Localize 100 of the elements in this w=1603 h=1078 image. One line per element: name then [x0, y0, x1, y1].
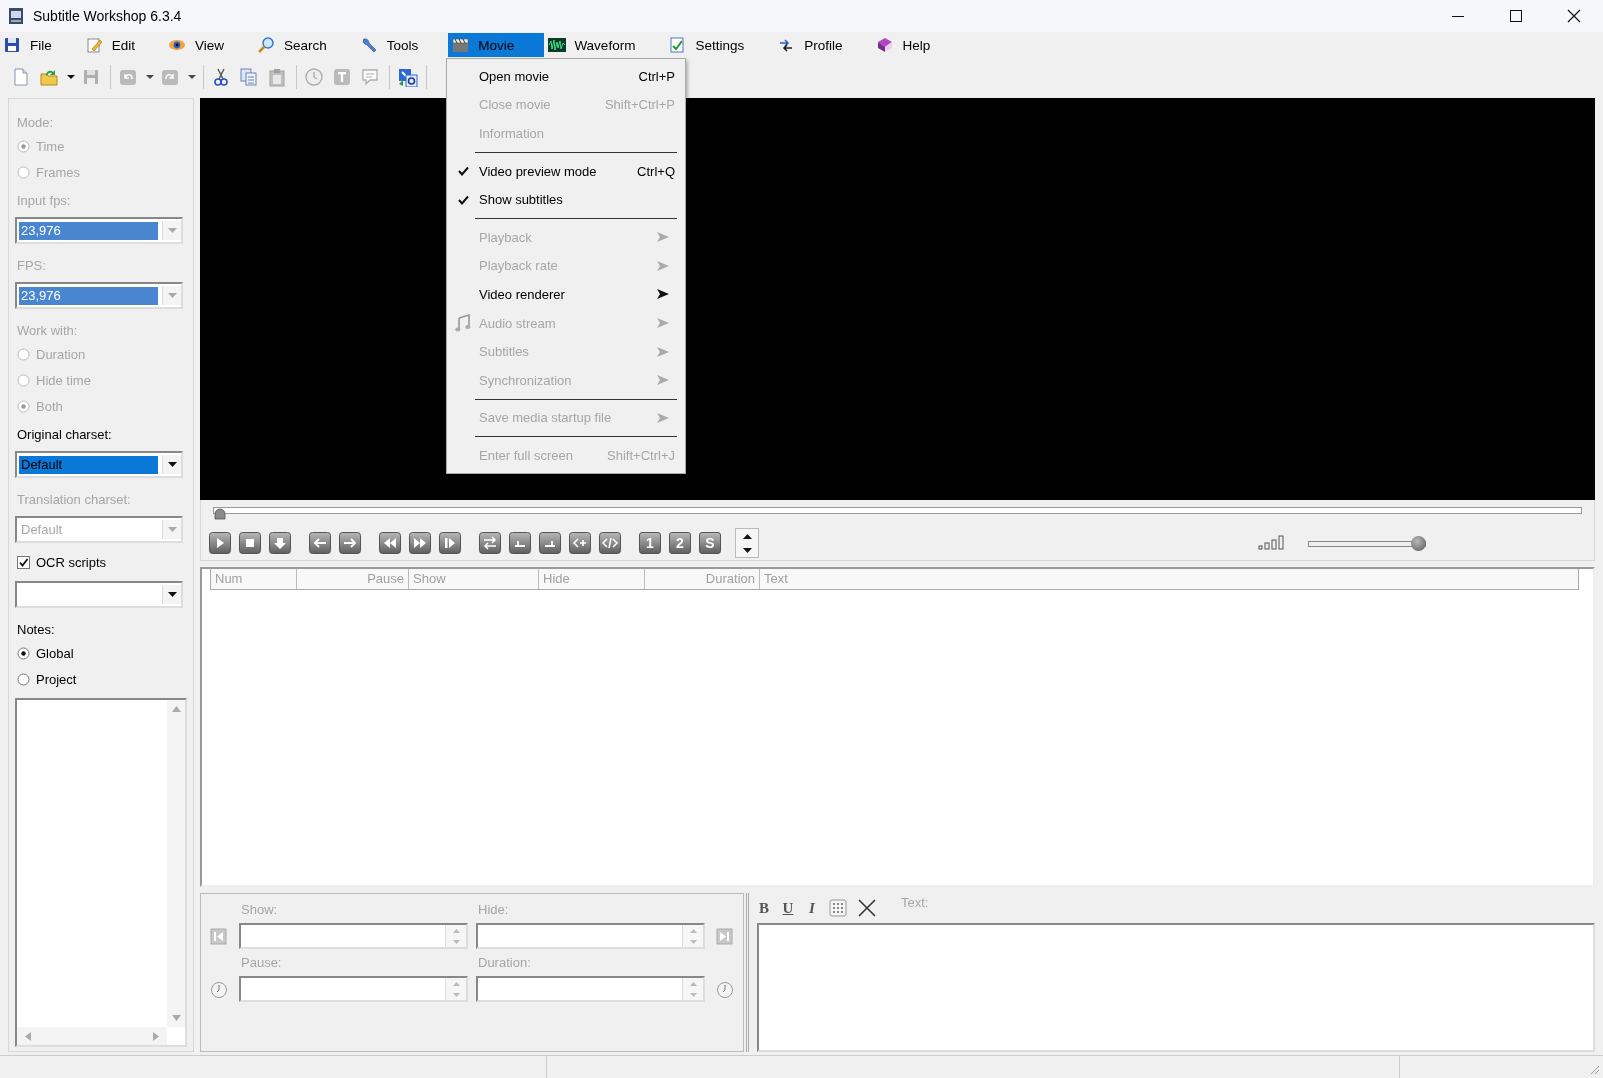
spin-up-icon[interactable]	[689, 928, 697, 933]
column-header[interactable]: Pause	[297, 569, 409, 589]
scroll-up-icon[interactable]	[171, 706, 181, 712]
seek-slider[interactable]	[213, 504, 1582, 520]
time-input-field[interactable]	[476, 976, 705, 1002]
column-header[interactable]: Text	[760, 569, 1578, 589]
code-button[interactable]	[599, 532, 621, 554]
resize-grip-icon[interactable]	[1590, 1065, 1600, 1075]
column-header[interactable]: Num	[211, 569, 297, 589]
dropdown-value: Default	[19, 455, 158, 474]
menu-item[interactable]: Edit	[81, 33, 166, 57]
clear-icon[interactable]	[857, 898, 877, 918]
field-label: Input fps:	[16, 192, 72, 210]
column-header[interactable]: Hide	[539, 569, 645, 589]
scroll-down-icon[interactable]	[171, 1015, 181, 1021]
column-header[interactable]: Duration	[645, 569, 760, 589]
spin-up-icon[interactable]	[689, 981, 697, 986]
menu-item[interactable]: Tools	[356, 33, 449, 57]
spin-down-icon[interactable]	[689, 939, 697, 944]
notes-field[interactable]	[15, 698, 187, 1047]
translate-icon[interactable]	[398, 67, 418, 87]
add-button[interactable]	[569, 532, 591, 554]
spin-up-icon[interactable]	[452, 981, 460, 986]
seek-thumb[interactable]	[213, 508, 227, 520]
time-input-field[interactable]	[239, 976, 468, 1002]
dropdown-arrow-icon[interactable]	[167, 592, 177, 597]
close-icon[interactable]	[1566, 9, 1582, 23]
menu-item[interactable]: Waveform	[544, 33, 666, 57]
menu-item[interactable]: Movie	[448, 33, 545, 57]
column-header[interactable]: Show	[409, 569, 539, 589]
dropdown-field[interactable]: Default	[15, 451, 183, 478]
spin-button[interactable]	[735, 528, 759, 558]
skip-back-icon[interactable]	[210, 928, 228, 946]
down-arrow-icon[interactable]	[742, 547, 752, 553]
menu-item[interactable]: File	[0, 33, 82, 57]
menu-option[interactable]: Video renderer	[479, 286, 657, 302]
maximize-icon[interactable]	[1508, 9, 1524, 23]
menu-item[interactable]: Help	[872, 33, 961, 57]
checkbox-label[interactable]: OCR scripts	[36, 554, 107, 570]
radio-label[interactable]: Global	[36, 645, 74, 661]
horizontal-scrollbar[interactable]	[17, 1027, 167, 1045]
volume-thumb[interactable]	[1411, 535, 1426, 551]
player-button[interactable]: 1	[639, 532, 661, 554]
underline-button[interactable]: U	[781, 899, 795, 917]
grid-icon[interactable]	[829, 899, 847, 917]
field-label: Hide:	[477, 902, 510, 917]
caret-icon[interactable]	[66, 74, 76, 80]
rewind-button[interactable]	[379, 532, 401, 554]
right-button[interactable]	[339, 532, 361, 554]
menu-item[interactable]: Settings	[665, 33, 775, 57]
subtitle-list[interactable]: Num Pause Show Hide Duration Text	[200, 567, 1595, 887]
subtitle-text-field[interactable]	[757, 923, 1595, 1052]
clapperboard-icon	[452, 37, 471, 53]
field-label: Mode:	[16, 114, 55, 132]
copy-icon[interactable]	[240, 67, 260, 87]
clock-icon[interactable]	[716, 981, 734, 999]
menu-item[interactable]: Search	[254, 33, 357, 57]
forward-button[interactable]	[409, 532, 431, 554]
play-button[interactable]	[209, 532, 231, 554]
start-button[interactable]	[509, 532, 531, 554]
shortcut-text: Ctrl+Q	[637, 163, 675, 179]
spin-down-icon[interactable]	[689, 992, 697, 997]
app-icon	[8, 7, 24, 25]
clock-icon[interactable]	[210, 981, 228, 999]
spin-down-icon[interactable]	[452, 992, 460, 997]
menu-option[interactable]: Show subtitles	[479, 192, 675, 208]
italic-button[interactable]: I	[805, 899, 819, 917]
player-button[interactable]: 2	[669, 532, 691, 554]
dropdown-value: 23,976	[19, 286, 158, 305]
menu-option: Information	[479, 126, 675, 141]
dropdown-arrow-icon[interactable]	[167, 462, 177, 467]
scroll-left-icon[interactable]	[25, 1031, 31, 1041]
end-button[interactable]	[539, 532, 561, 554]
menu-item[interactable]: Profile	[774, 33, 873, 57]
bold-button[interactable]: B	[757, 899, 771, 917]
checkbox[interactable]	[17, 555, 30, 569]
radio-label[interactable]: Project	[36, 671, 77, 687]
time-input-field[interactable]	[476, 923, 705, 949]
time-input-field[interactable]	[239, 923, 468, 949]
player-button[interactable]: S	[699, 532, 721, 554]
radio-button[interactable]	[17, 646, 30, 660]
scroll-right-icon[interactable]	[153, 1031, 159, 1041]
left-button[interactable]	[309, 532, 331, 554]
volume-slider[interactable]	[1308, 535, 1426, 551]
vertical-scrollbar[interactable]	[167, 700, 185, 1027]
skip-forward-icon[interactable]	[716, 928, 734, 946]
up-arrow-icon[interactable]	[742, 533, 752, 539]
radio-button[interactable]	[17, 672, 30, 686]
spin-up-icon[interactable]	[452, 928, 460, 933]
menu-option: Playback	[479, 229, 657, 245]
dropdown-field[interactable]	[15, 581, 183, 608]
menu-option[interactable]: Video preview mode	[479, 163, 632, 179]
step-button[interactable]	[439, 532, 461, 554]
menu-option[interactable]: Open movie	[479, 68, 633, 84]
stop-button[interactable]	[239, 532, 261, 554]
loop-button[interactable]	[479, 532, 501, 554]
window-title: Subtitle Workshop 6.3.4	[33, 8, 182, 24]
down-button[interactable]	[269, 532, 291, 554]
menu-item[interactable]: View	[165, 33, 255, 57]
spin-down-icon[interactable]	[452, 939, 460, 944]
